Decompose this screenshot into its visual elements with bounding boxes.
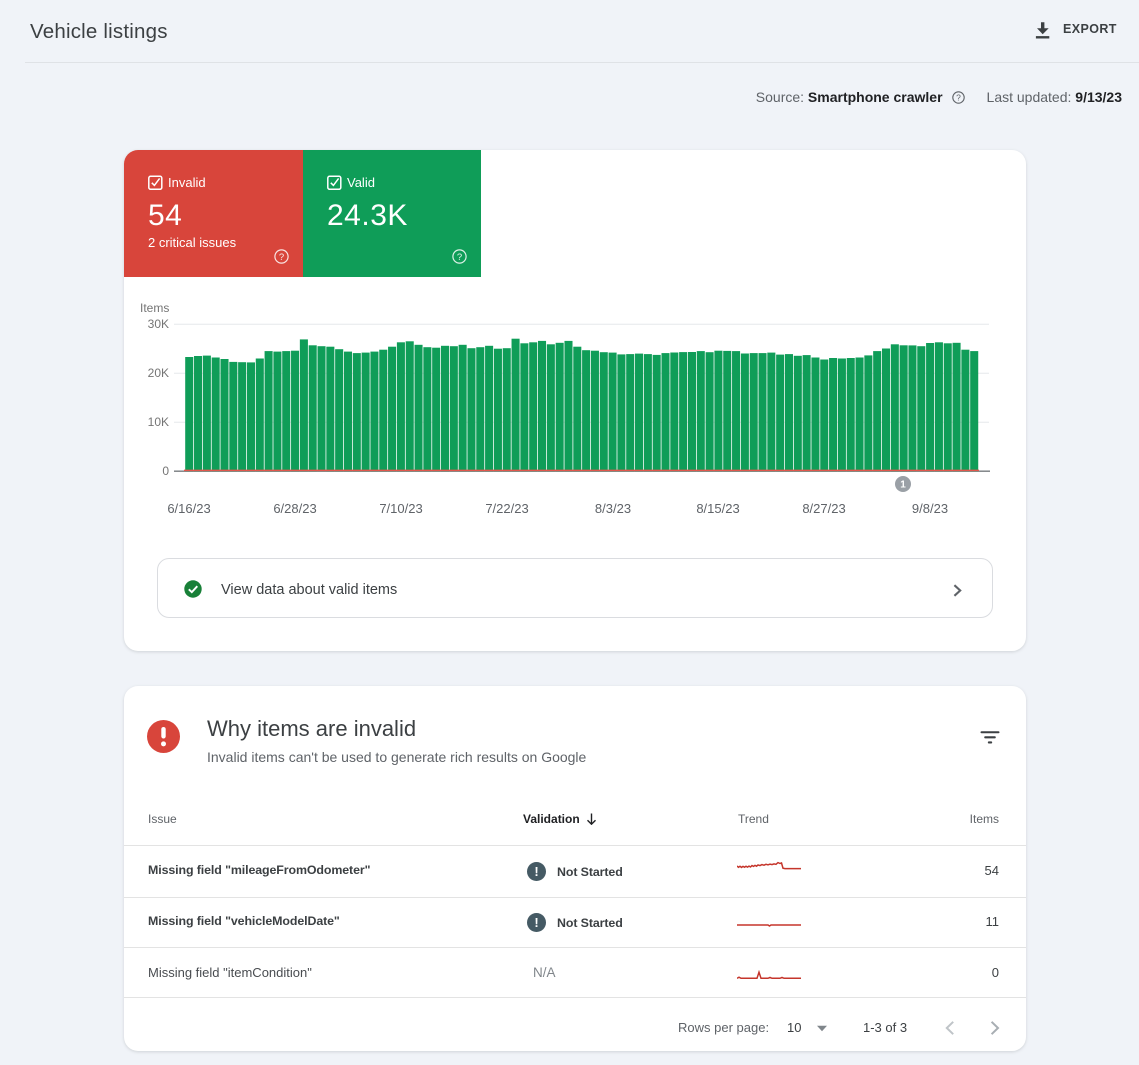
svg-text:?: ? (457, 252, 462, 263)
svg-text:?: ? (279, 252, 284, 263)
svg-text:1: 1 (900, 480, 906, 491)
svg-text:?: ? (956, 92, 961, 102)
